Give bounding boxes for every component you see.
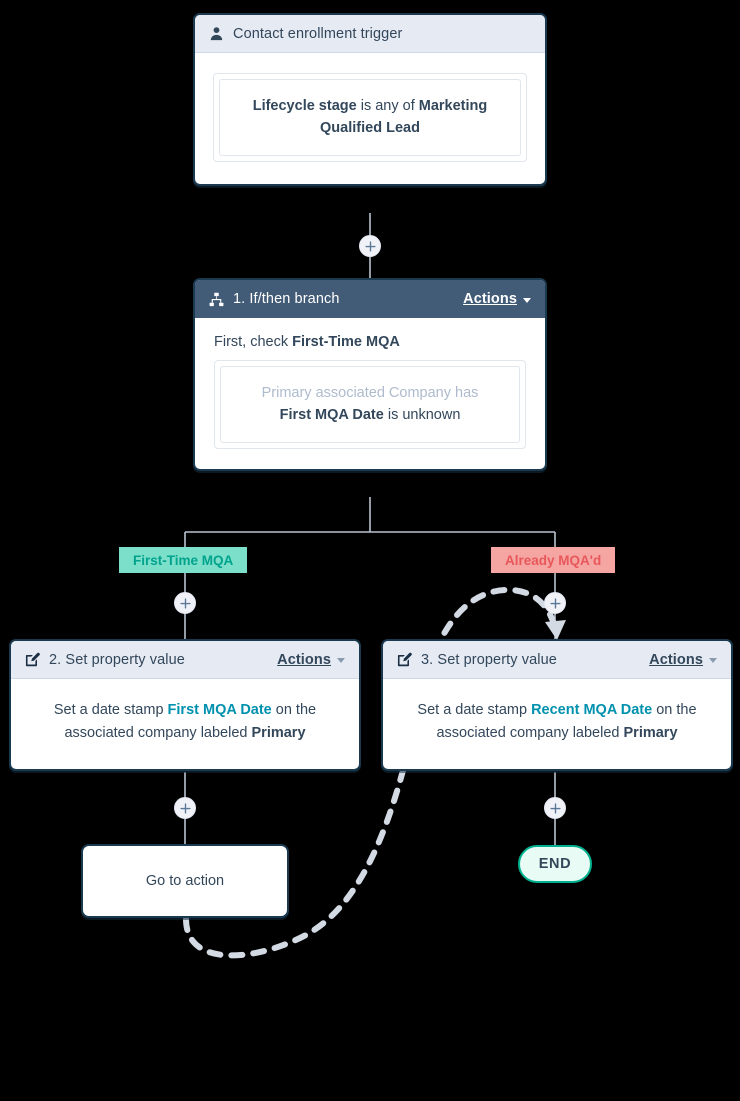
edit-square-icon — [395, 651, 413, 669]
set-property-value-card-3[interactable]: 3. Set property value Actions Set a date… — [381, 639, 733, 772]
action-3-title: 3. Set property value — [421, 651, 557, 668]
contact-person-icon — [207, 25, 225, 43]
branch-condition-operator: is unknown — [383, 407, 461, 424]
trigger-condition-operator: is any of — [356, 98, 419, 114]
action-3-description: Set a date stamp Recent MQA Date on the … — [411, 699, 703, 745]
branch-card-body: First, check First-Time MQA Primary asso… — [195, 318, 545, 469]
go-to-action-card[interactable]: Go to action — [81, 844, 289, 918]
branch-condition-main: First MQA Date is unknown — [237, 404, 503, 426]
end-label: END — [538, 856, 572, 872]
branch-card-header: 1. If/then branch Actions — [195, 280, 545, 318]
action-2-actions-label: Actions — [277, 651, 331, 668]
action-3-actions-dropdown[interactable]: Actions — [649, 652, 717, 668]
add-step-after-trigger-button[interactable] — [359, 235, 381, 257]
plus-icon — [179, 597, 191, 609]
action-2-text-bold: Primary — [251, 725, 306, 742]
add-step-right-branch-button[interactable] — [544, 592, 566, 614]
trigger-condition-wrapper: Lifecycle stage is any of Marketing Qual… — [213, 73, 527, 162]
action-3-header: 3. Set property value Actions — [383, 641, 731, 679]
chevron-down-icon — [709, 658, 717, 663]
trigger-condition-property: Lifecycle stage — [252, 98, 357, 114]
plus-icon — [549, 597, 561, 609]
trigger-condition: Lifecycle stage is any of Marketing Qual… — [219, 79, 521, 156]
action-2-property: First MQA Date — [167, 702, 272, 718]
action-2-description: Set a date stamp First MQA Date on the a… — [37, 699, 333, 745]
chevron-down-icon — [523, 297, 531, 303]
action-3-property: Recent MQA Date — [531, 702, 653, 718]
branch-condition-wrapper: Primary associated Company has First MQA… — [214, 360, 526, 449]
contact-enrollment-trigger-card[interactable]: Contact enrollment trigger Lifecycle sta… — [193, 13, 547, 186]
add-step-after-action-3-button[interactable] — [544, 797, 566, 819]
workflow-canvas: Contact enrollment trigger Lifecycle sta… — [0, 0, 740, 1101]
add-step-after-action-2-button[interactable] — [174, 797, 196, 819]
branch-condition: Primary associated Company has First MQA… — [220, 366, 520, 443]
action-2-header: 2. Set property value Actions — [11, 641, 359, 679]
branch-label-already-mqad: Already MQA'd — [491, 547, 616, 573]
branch-actions-label: Actions — [463, 291, 517, 307]
action-3-body: Set a date stamp Recent MQA Date on the … — [383, 679, 731, 769]
branch-card-title: 1. If/then branch — [233, 291, 340, 307]
chevron-down-icon — [337, 658, 345, 663]
trigger-card-body: Lifecycle stage is any of Marketing Qual… — [195, 53, 545, 184]
branch-actions-dropdown[interactable]: Actions — [463, 291, 531, 307]
branch-check-prefix: First, check — [214, 334, 293, 350]
plus-icon — [179, 802, 191, 814]
edit-square-icon — [23, 651, 41, 669]
trigger-card-title: Contact enrollment trigger — [233, 25, 403, 42]
add-step-left-branch-button[interactable] — [174, 592, 196, 614]
plus-icon — [549, 802, 561, 814]
trigger-card-header: Contact enrollment trigger — [195, 15, 545, 53]
branch-check-line: First, check First-Time MQA — [214, 334, 526, 350]
branch-condition-muted-line: Primary associated Company has — [261, 385, 479, 401]
action-2-body: Set a date stamp First MQA Date on the a… — [11, 679, 359, 769]
go-to-action-label: Go to action — [145, 873, 225, 889]
action-3-actions-label: Actions — [649, 651, 703, 668]
action-3-text-bold: Primary — [623, 725, 678, 742]
action-3-text-before: Set a date stamp — [417, 702, 532, 718]
if-then-branch-card[interactable]: 1. If/then branch Actions First, check F… — [193, 278, 547, 471]
action-2-text-before: Set a date stamp — [53, 702, 168, 718]
branch-condition-property: First MQA Date — [279, 407, 384, 424]
set-property-value-card-2[interactable]: 2. Set property value Actions Set a date… — [9, 639, 361, 772]
sitemap-branch-icon — [207, 290, 225, 308]
plus-icon — [364, 240, 376, 252]
branch-label-yes-text: First-Time MQA — [133, 552, 234, 568]
branch-check-name: First-Time MQA — [292, 334, 400, 350]
action-2-title: 2. Set property value — [49, 651, 185, 668]
end-pill: END — [518, 845, 592, 883]
action-2-actions-dropdown[interactable]: Actions — [277, 652, 345, 668]
branch-label-no-text: Already MQA'd — [505, 552, 602, 568]
branch-label-first-time-mqa: First-Time MQA — [119, 547, 248, 573]
